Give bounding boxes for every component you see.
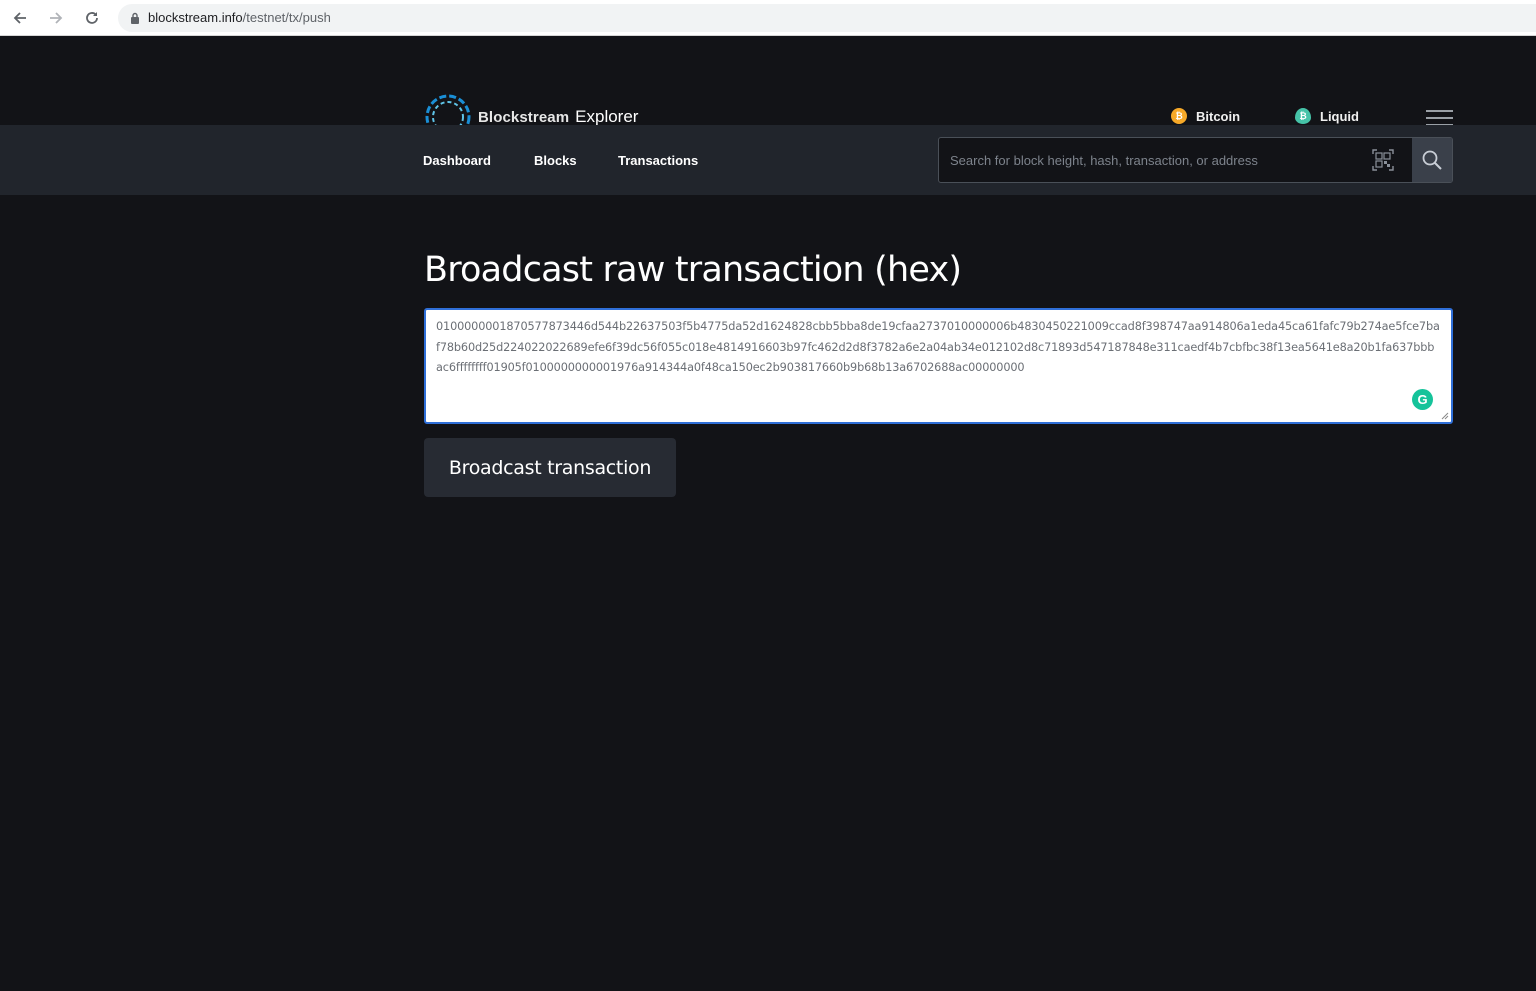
- forward-arrow-icon: [50, 11, 63, 24]
- main-content: Broadcast raw transaction (hex) G Broadc…: [424, 250, 1453, 497]
- search-button[interactable]: [1412, 138, 1452, 182]
- network-label: Bitcoin: [1196, 108, 1241, 124]
- bitcoin-coin-icon: ₿: [1171, 108, 1187, 124]
- search-icon: [1422, 150, 1442, 170]
- forward-button[interactable]: [40, 2, 72, 34]
- broadcast-transaction-button[interactable]: Broadcast transaction: [424, 438, 676, 497]
- nav-blocks[interactable]: Blocks: [534, 153, 577, 168]
- logo-brand: Blockstream: [478, 108, 570, 126]
- raw-tx-hex-input[interactable]: [426, 310, 1451, 422]
- network-liquid[interactable]: ₿ Liquid: [1295, 108, 1359, 124]
- resize-handle-icon[interactable]: [1441, 412, 1449, 420]
- menu-hamburger-icon[interactable]: [1426, 110, 1453, 126]
- network-bitcoin[interactable]: ₿ Bitcoin: [1171, 108, 1240, 124]
- back-arrow-icon: [13, 11, 26, 24]
- nav-transactions[interactable]: Transactions: [618, 153, 698, 168]
- back-button[interactable]: [4, 2, 36, 34]
- nav-dashboard[interactable]: Dashboard: [423, 153, 491, 168]
- url-domain: blockstream.info: [148, 10, 243, 25]
- site-header: Blockstream Explorer ₿ Bitcoin ₿ Liquid: [0, 36, 1536, 140]
- reload-icon: [86, 11, 98, 24]
- qr-code-scan-icon[interactable]: [1372, 149, 1394, 171]
- liquid-drop-icon: ₿: [1295, 108, 1311, 124]
- search-box: [938, 137, 1453, 183]
- network-label: Liquid: [1320, 108, 1359, 124]
- search-input[interactable]: [939, 138, 1372, 182]
- page-title: Broadcast raw transaction (hex): [424, 250, 962, 290]
- sub-navigation: Dashboard Blocks Transactions: [0, 125, 1536, 195]
- lock-icon: [131, 12, 139, 24]
- grammarly-icon[interactable]: G: [1412, 389, 1433, 410]
- url-path: /testnet/tx/push: [242, 10, 331, 25]
- browser-toolbar: blockstream.info/testnet/tx/push: [0, 0, 1536, 36]
- address-bar[interactable]: blockstream.info/testnet/tx/push: [118, 3, 1536, 32]
- reload-button[interactable]: [76, 2, 108, 34]
- raw-tx-field-wrapper: G: [424, 308, 1453, 424]
- logo-product: Explorer: [575, 107, 639, 126]
